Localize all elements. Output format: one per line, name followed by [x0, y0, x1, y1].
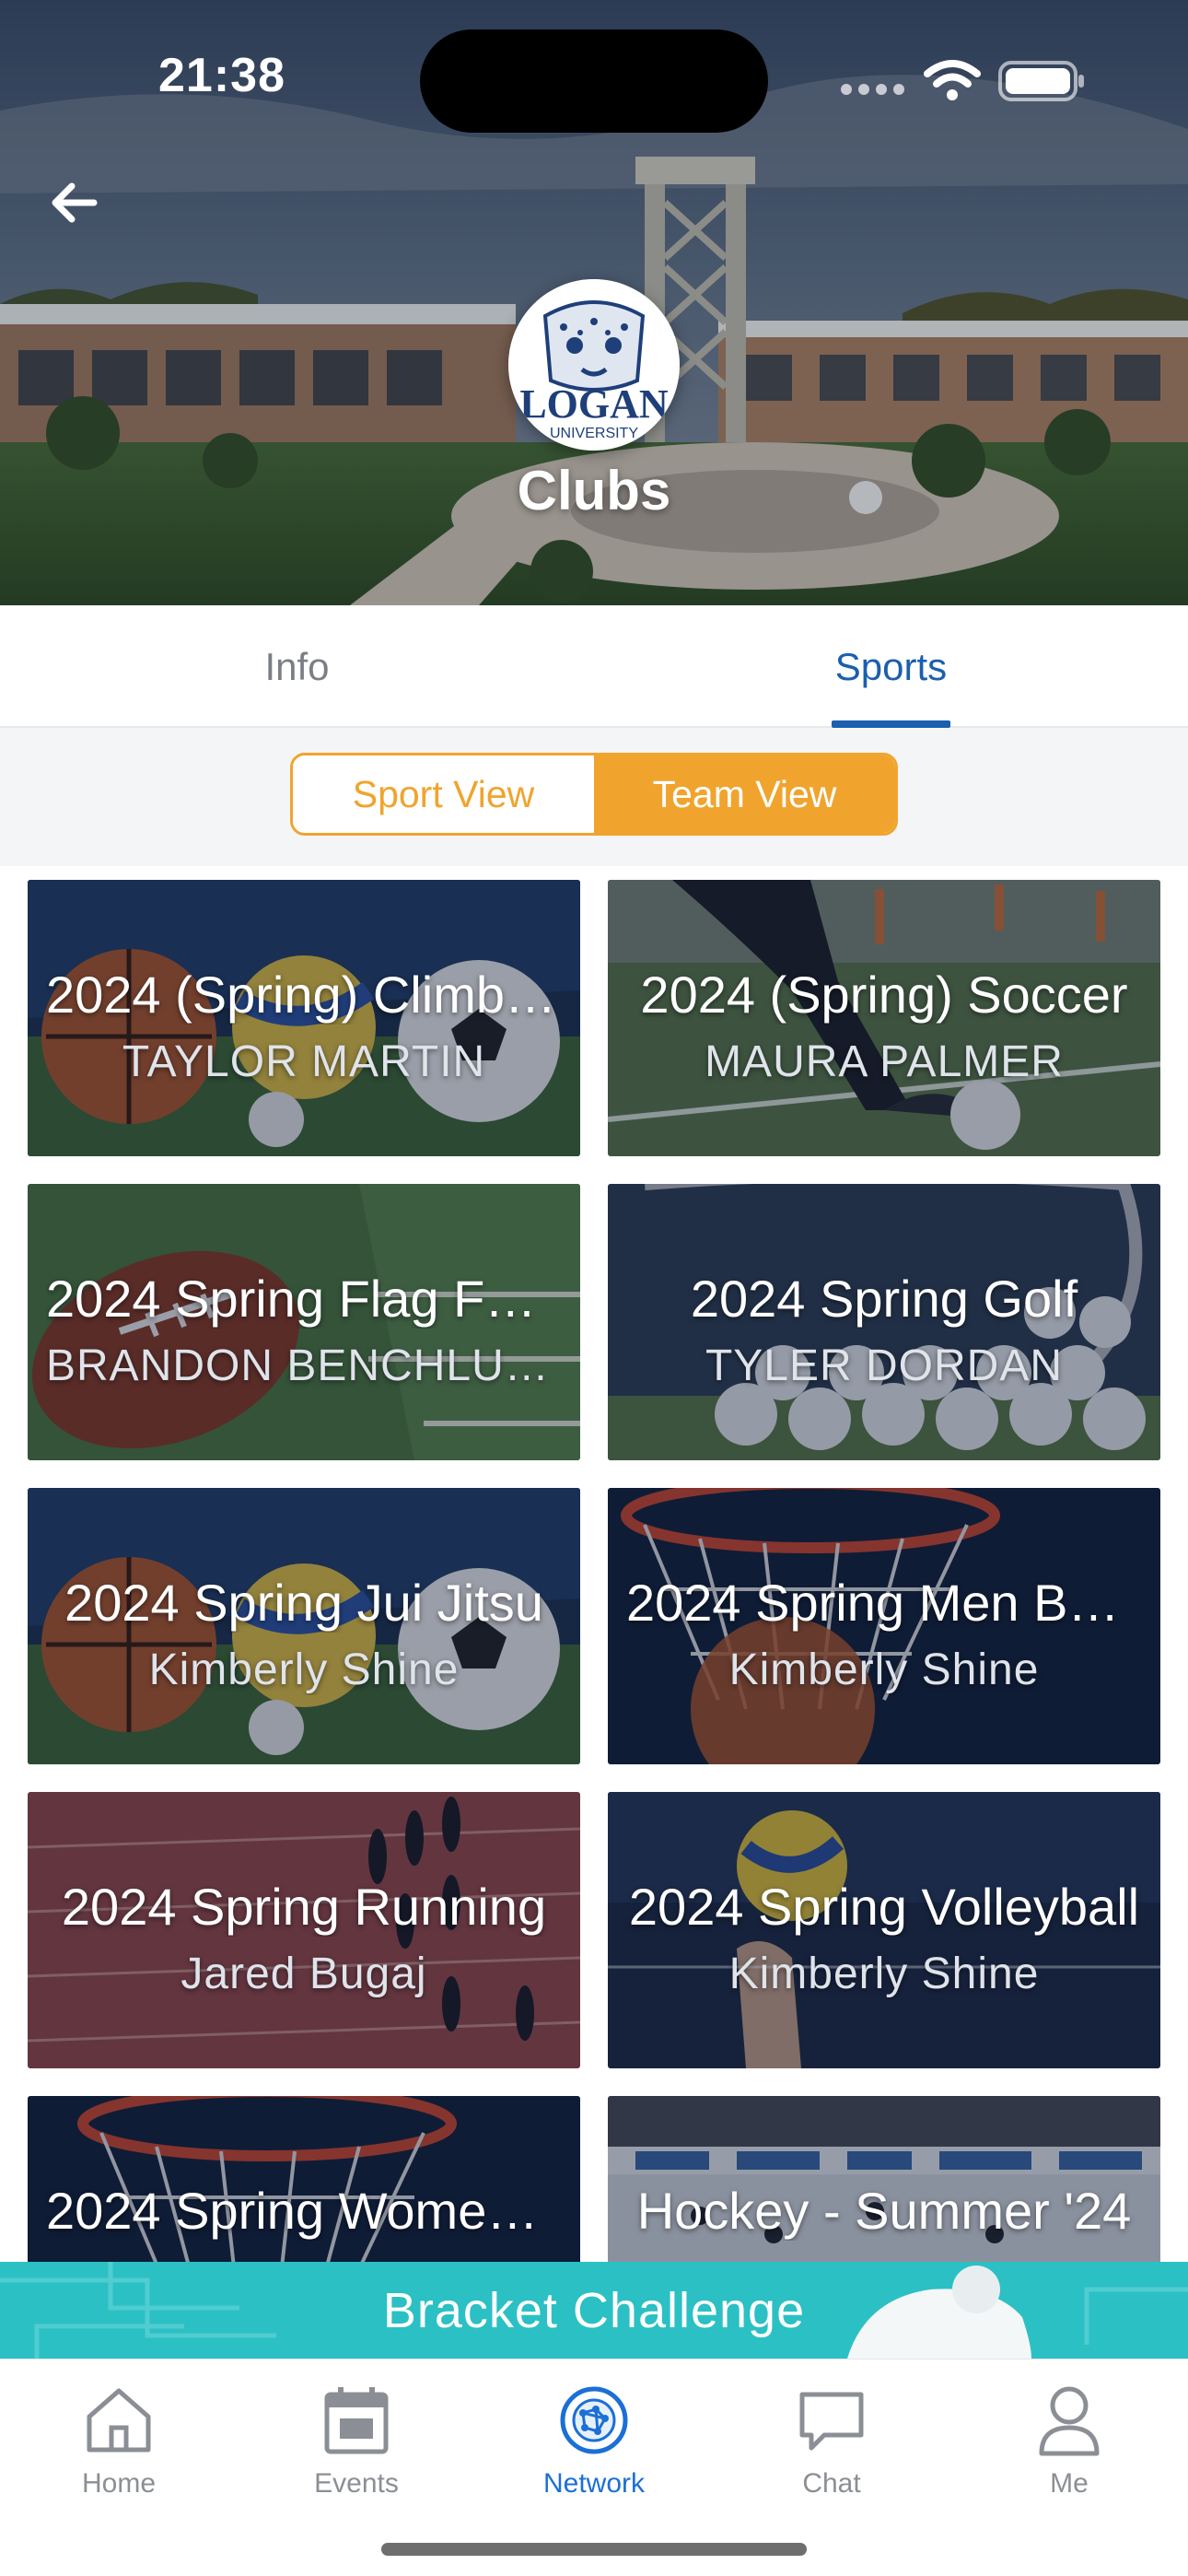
team-card[interactable]: 2024 (Spring) Climbing TAYLOR MARTIN [28, 880, 580, 1156]
sport-view-button[interactable]: Sport View [293, 755, 594, 833]
page-title: Clubs [517, 460, 671, 521]
nav-me-label: Me [1050, 2468, 1089, 2499]
logo-subtext: UNIVERSITY [550, 426, 638, 441]
chat-icon [799, 2392, 864, 2451]
team-title: Hockey - Summer '24 [636, 2182, 1132, 2240]
tab-sports[interactable]: Sports [594, 605, 1188, 728]
team-card[interactable]: Hockey - Summer '24 [608, 2096, 1160, 2262]
home-icon [87, 2388, 151, 2453]
nav-chat-label: Chat [802, 2468, 861, 2499]
wifi-icon [924, 60, 981, 100]
network-icon [560, 2386, 628, 2454]
battery-icon [998, 61, 1084, 101]
status-time: 21:38 [158, 49, 285, 102]
arrow-left-icon [52, 182, 98, 223]
nav-home-label: Home [81, 2468, 157, 2499]
active-tab-indicator [832, 720, 950, 728]
view-toggle-bar: Sport View Team View [0, 728, 1188, 866]
nav-events[interactable]: Events [238, 2372, 475, 2511]
team-card[interactable]: 2024 Spring Golf TYLER DORDAN [608, 1184, 1160, 1460]
team-coach: TAYLOR MARTIN [122, 1037, 486, 1086]
app-screen: 21:38 LOGAN UNIVERSITY Clubs Info Sports… [0, 0, 1188, 2576]
team-title: 2024 (Spring) Climbing [46, 966, 562, 1024]
dynamic-island [420, 29, 768, 133]
person-icon [1039, 2386, 1100, 2456]
team-title: 2024 Spring Jui Jitsu [64, 1574, 543, 1632]
team-card[interactable]: 2024 Spring Volleyball Kimberly Shine [608, 1792, 1160, 2068]
view-toggle: Sport View Team View [290, 753, 898, 836]
jaguar-logo-icon: LOGAN UNIVERSITY [508, 279, 680, 451]
nav-home[interactable]: Home [0, 2372, 238, 2511]
back-button[interactable] [37, 166, 111, 240]
nav-events-label: Events [314, 2468, 399, 2499]
team-title: 2024 Spring Volleyball [628, 1878, 1140, 1936]
team-coach: Jared Bugaj [181, 1950, 427, 1998]
team-title: 2024 Spring Flag Football [46, 1270, 562, 1328]
nav-me[interactable]: Me [950, 2372, 1188, 2511]
logo-text: LOGAN [519, 381, 669, 427]
team-coach: Kimberly Shine [148, 1645, 460, 1694]
team-card[interactable]: 2024 Spring Running Jared Bugaj [28, 1792, 580, 2068]
signal-icon [841, 84, 904, 95]
team-coach: TYLER DORDAN [705, 1341, 1064, 1390]
club-logo: LOGAN UNIVERSITY [508, 279, 680, 451]
team-title: 2024 (Spring) Soccer [640, 966, 1128, 1024]
team-title: 2024 Spring Men Basketball [626, 1574, 1142, 1632]
tab-info[interactable]: Info [0, 605, 594, 728]
team-coach: Kimberly Shine [728, 1645, 1040, 1694]
status-bar: 21:38 [0, 0, 1188, 147]
home-indicator [381, 2543, 807, 2556]
calendar-icon [324, 2387, 389, 2454]
team-coach: BRANDON BENCHLUCH [46, 1341, 562, 1390]
team-coach: MAURA PALMER [705, 1037, 1064, 1086]
team-title: 2024 Spring Women Basketball [46, 2182, 562, 2240]
team-card[interactable]: 2024 (Spring) Soccer MAURA PALMER [608, 880, 1160, 1156]
club-header: 21:38 LOGAN UNIVERSITY Clubs [0, 0, 1188, 605]
team-card[interactable]: 2024 Spring Women Basketball [28, 2096, 580, 2262]
team-title: 2024 Spring Golf [690, 1270, 1078, 1328]
tab-bar: Info Sports [0, 605, 1188, 728]
team-view-button[interactable]: Team View [594, 755, 895, 833]
nav-network-label: Network [542, 2468, 646, 2499]
team-grid: 2024 (Spring) Climbing TAYLOR MARTIN 202… [0, 866, 1188, 2262]
team-card[interactable]: 2024 Spring Men Basketball Kimberly Shin… [608, 1488, 1160, 1764]
team-card[interactable]: 2024 Spring Flag Football BRANDON BENCHL… [28, 1184, 580, 1460]
team-title: 2024 Spring Running [61, 1878, 547, 1936]
bracket-challenge-banner[interactable]: Bracket Challenge [0, 2262, 1188, 2359]
nav-chat[interactable]: Chat [713, 2372, 950, 2511]
nav-network[interactable]: Network [475, 2372, 713, 2511]
banner-label: Bracket Challenge [382, 2282, 806, 2338]
team-coach: Kimberly Shine [728, 1950, 1040, 1998]
team-card[interactable]: 2024 Spring Jui Jitsu Kimberly Shine [28, 1488, 580, 1764]
